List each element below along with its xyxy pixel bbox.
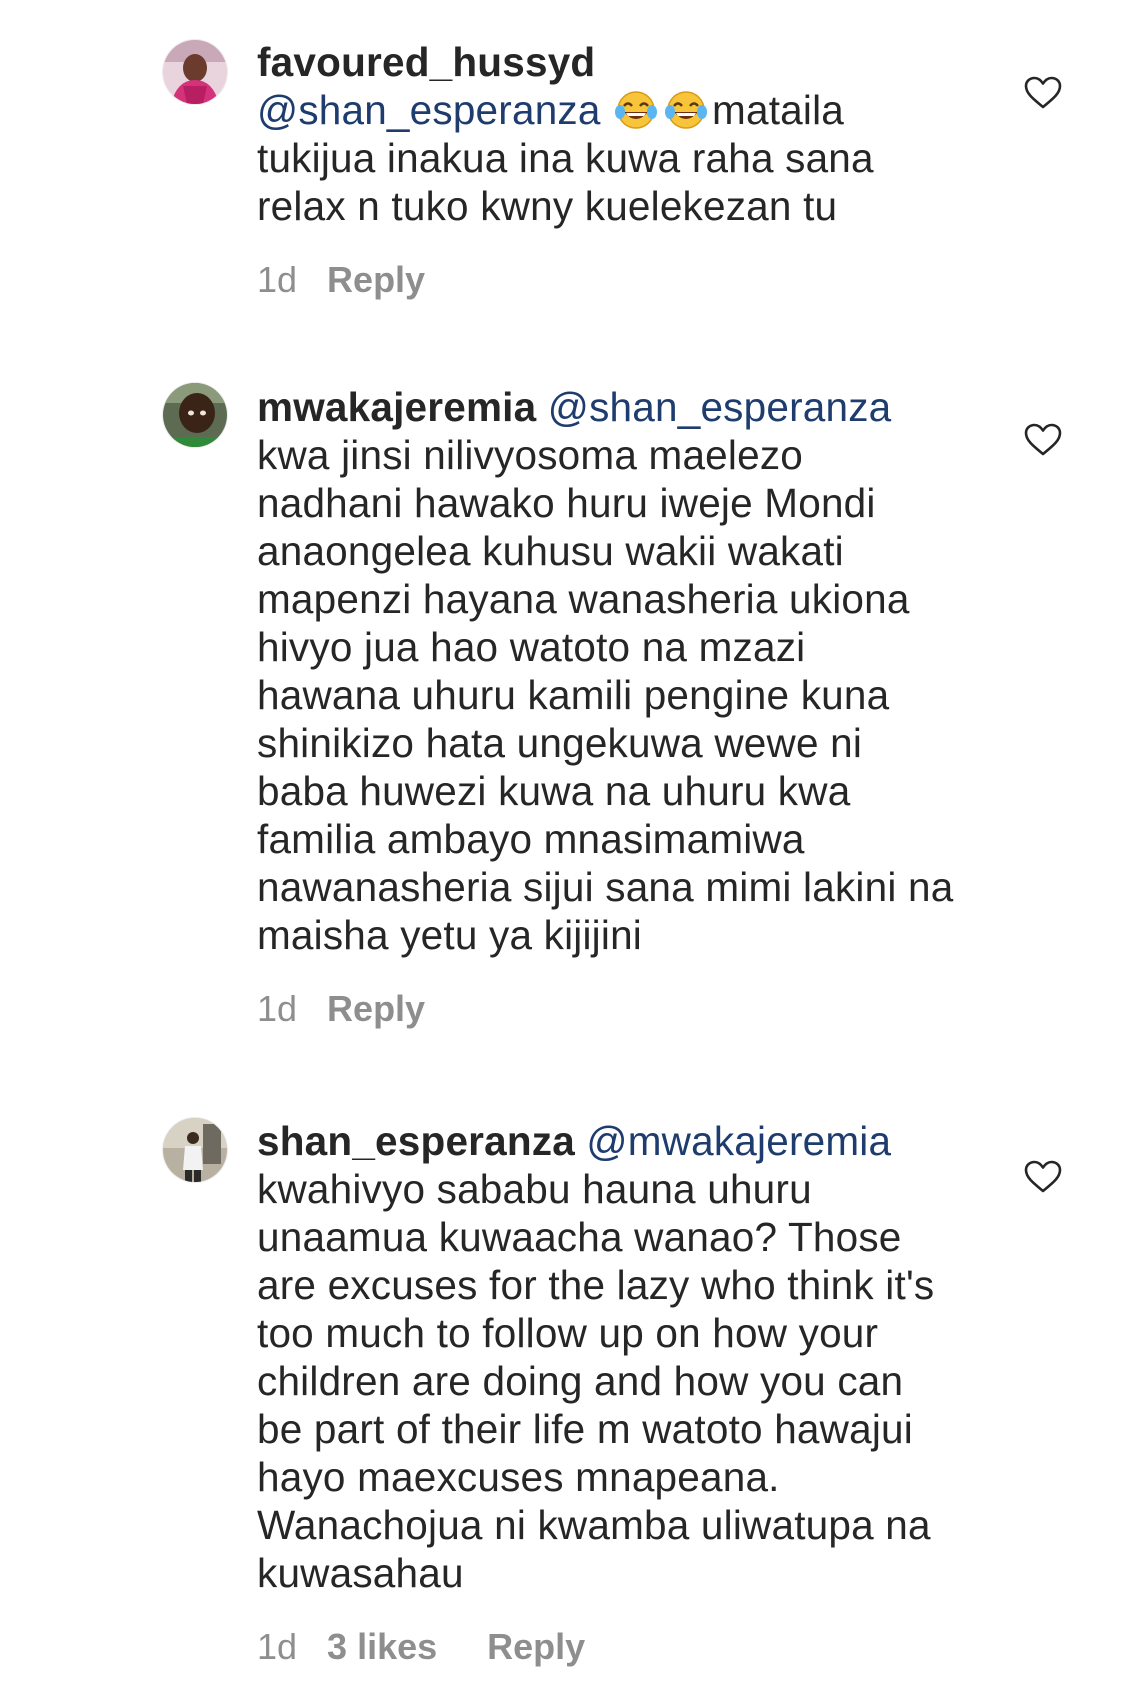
comment-username[interactable]: shan_esperanza xyxy=(257,1118,575,1164)
avatar-pink-icon xyxy=(163,40,227,104)
emoji-group xyxy=(612,87,712,133)
comment-mention[interactable]: @shan_esperanza xyxy=(548,384,892,430)
comment-meta: 1d Reply xyxy=(257,260,957,300)
heart-outline-icon xyxy=(1024,76,1062,109)
reply-button[interactable]: Reply xyxy=(327,260,425,300)
tears-of-joy-icon xyxy=(665,91,708,129)
comment-time: 1d xyxy=(257,259,298,300)
like-button[interactable] xyxy=(1024,76,1062,110)
comment-meta: 1d Reply xyxy=(257,989,957,1029)
avatar[interactable] xyxy=(163,1118,227,1182)
comment-body: kwa jinsi nilivyosoma maelezo nadhani ha… xyxy=(257,432,954,958)
likes-count[interactable]: 3 likes xyxy=(327,1627,437,1667)
reply-button[interactable]: Reply xyxy=(327,989,425,1029)
comment-time: 1d xyxy=(257,1626,298,1667)
like-button[interactable] xyxy=(1024,423,1062,457)
comment-text: mwakajeremia @shan_esperanza kwa jinsi n… xyxy=(257,383,957,959)
avatar[interactable] xyxy=(163,40,227,104)
comment-meta: 1d 3 likes Reply xyxy=(257,1627,957,1667)
comment-username[interactable]: favoured_hussyd xyxy=(257,39,595,85)
comment-time: 1d xyxy=(257,988,298,1029)
comment-mention[interactable]: @mwakajeremia xyxy=(586,1118,891,1164)
heart-outline-icon xyxy=(1024,423,1062,456)
tears-of-joy-icon xyxy=(615,91,658,129)
like-button[interactable] xyxy=(1024,1160,1062,1194)
avatar[interactable] xyxy=(163,383,227,447)
comment-body: kwahivyo sababu hauna uhuru unaamua kuwa… xyxy=(257,1166,935,1596)
avatar-person-icon xyxy=(163,1118,227,1182)
comment-text: favoured_hussyd @shan_esperanza mataila t… xyxy=(257,38,957,230)
comment-mention[interactable]: @shan_esperanza xyxy=(257,87,601,133)
reply-button[interactable]: Reply xyxy=(487,1627,585,1667)
comment-username[interactable]: mwakajeremia xyxy=(257,384,536,430)
comment-text: shan_esperanza @mwakajeremia kwahivyo sa… xyxy=(257,1117,957,1597)
avatar-child-icon xyxy=(163,383,227,447)
heart-outline-icon xyxy=(1024,1160,1062,1193)
